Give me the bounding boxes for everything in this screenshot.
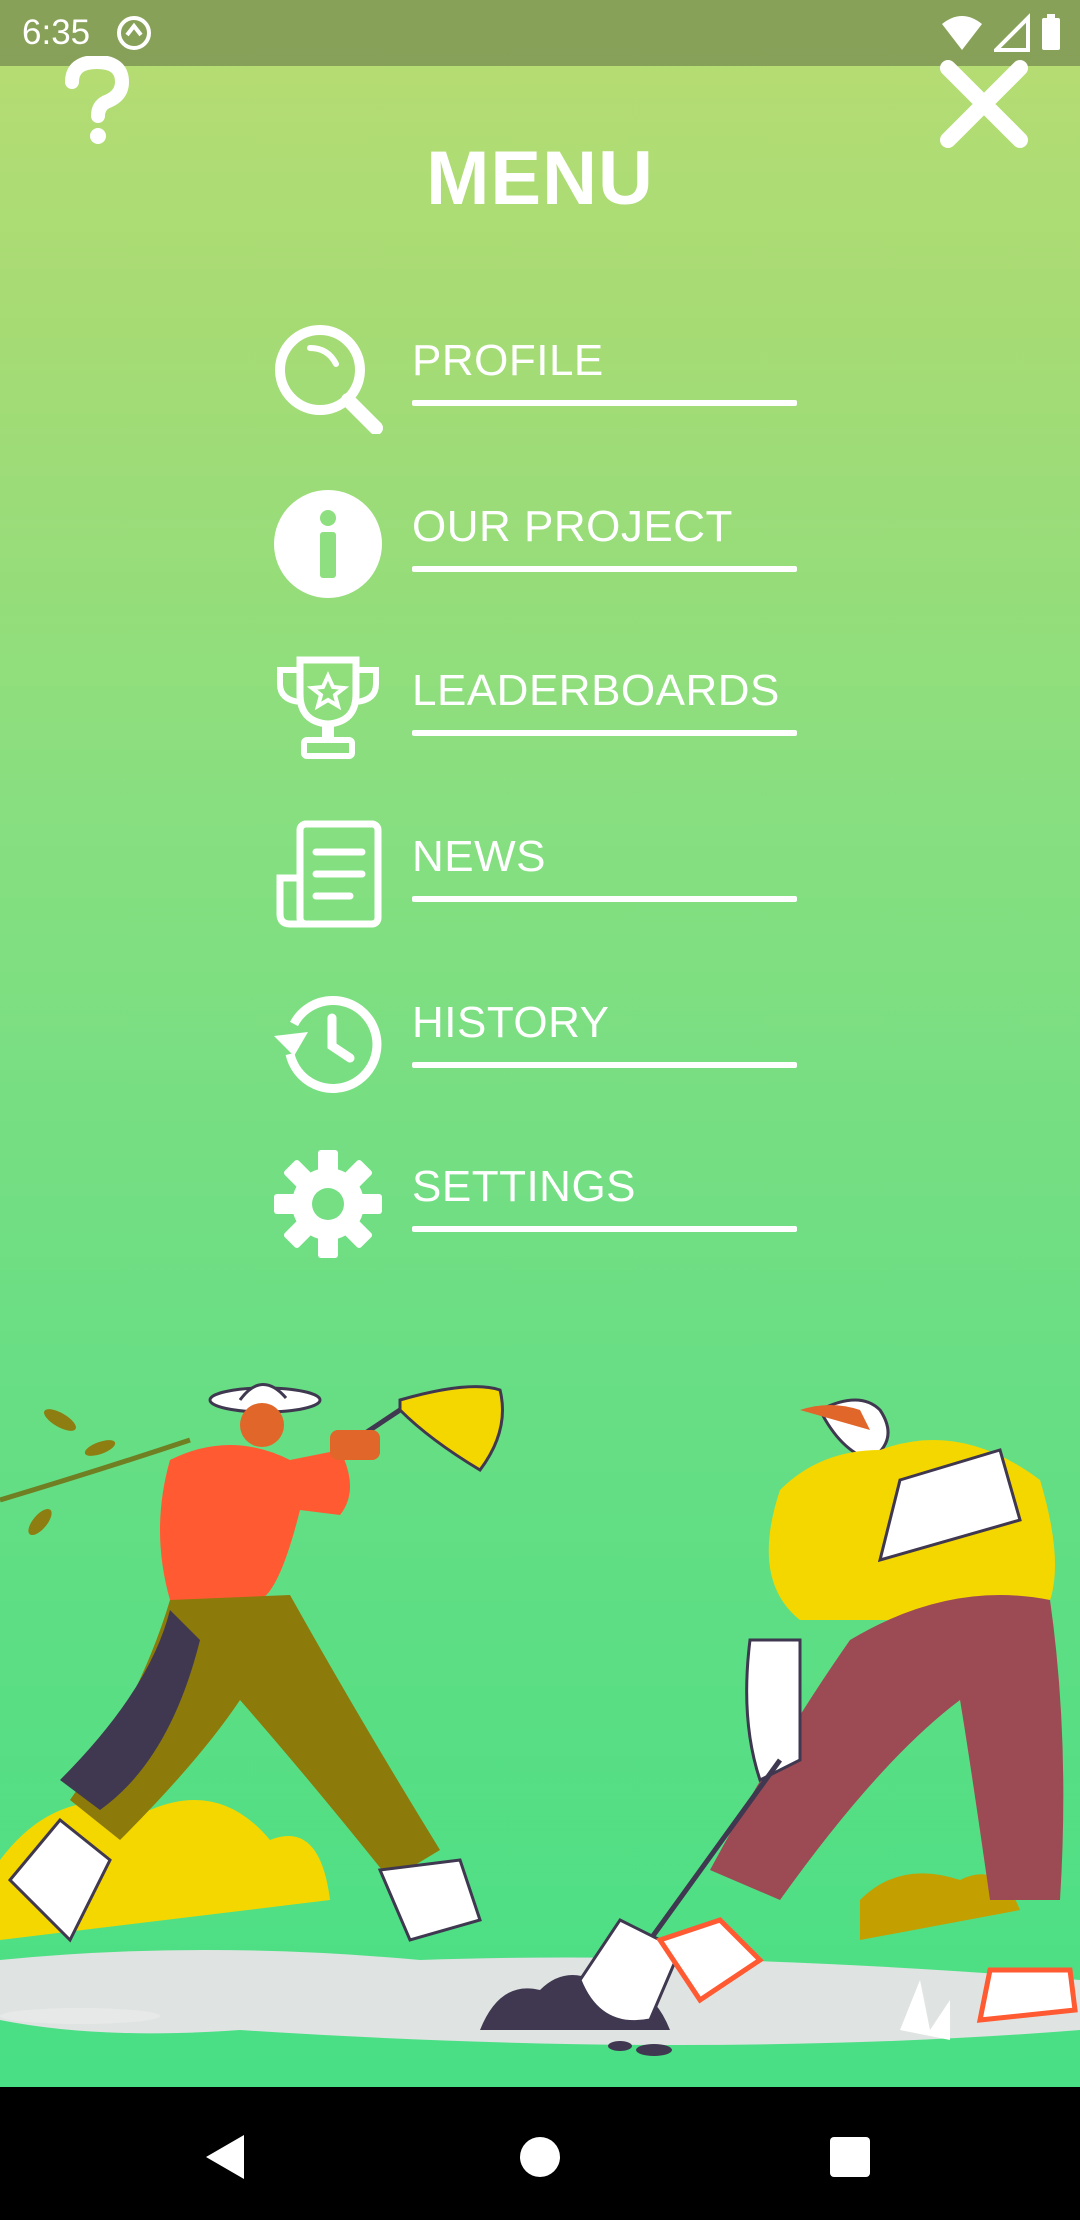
menu-item-our-project[interactable]: OUR PROJECT	[272, 488, 802, 608]
signal-icon	[994, 13, 1030, 52]
search-icon	[275, 325, 383, 434]
menu-item-label: PROFILE	[412, 336, 604, 385]
menu-underline	[412, 896, 797, 902]
back-icon[interactable]	[186, 2117, 266, 2197]
wifi-icon	[942, 16, 982, 50]
menu-item-news[interactable]: NEWS	[272, 818, 802, 938]
menu-item-label: HISTORY	[412, 998, 610, 1047]
menu-underline	[412, 400, 797, 406]
battery-icon	[1042, 14, 1060, 50]
menu-item-label: OUR PROJECT	[412, 502, 733, 551]
help-icon[interactable]	[62, 56, 132, 146]
menu-underline	[412, 566, 797, 572]
trophy-icon	[277, 656, 379, 759]
menu-underline	[412, 1226, 797, 1232]
status-time: 6:35	[22, 13, 91, 52]
newspaper-icon	[276, 820, 382, 928]
recents-icon[interactable]	[810, 2117, 890, 2197]
menu-item-settings[interactable]: SETTINGS	[272, 1148, 802, 1268]
gardeners-illustration	[0, 1383, 1080, 2056]
menu-item-profile[interactable]: PROFILE	[272, 322, 802, 442]
menu-underline	[412, 1062, 797, 1068]
menu-screen: 6:35 MENU PROFILE OUR PROJECT LEADERBOAR…	[0, 0, 1080, 2087]
status-bar: 6:35	[0, 0, 1080, 66]
gear-icon	[274, 1150, 382, 1258]
info-icon	[274, 490, 382, 598]
page-title: MENU	[426, 136, 654, 221]
sync-icon	[117, 16, 152, 50]
navigation-bar	[0, 2087, 1080, 2220]
menu-underline	[412, 730, 797, 736]
menu-item-label: LEADERBOARDS	[412, 666, 780, 715]
menu-item-leaderboards[interactable]: LEADERBOARDS	[272, 652, 802, 772]
history-icon	[274, 995, 382, 1093]
menu-item-history[interactable]: HISTORY	[272, 984, 802, 1104]
menu-item-label: NEWS	[412, 832, 546, 881]
status-icons	[940, 12, 1062, 52]
home-icon[interactable]	[500, 2117, 580, 2197]
menu-item-label: SETTINGS	[412, 1162, 637, 1211]
